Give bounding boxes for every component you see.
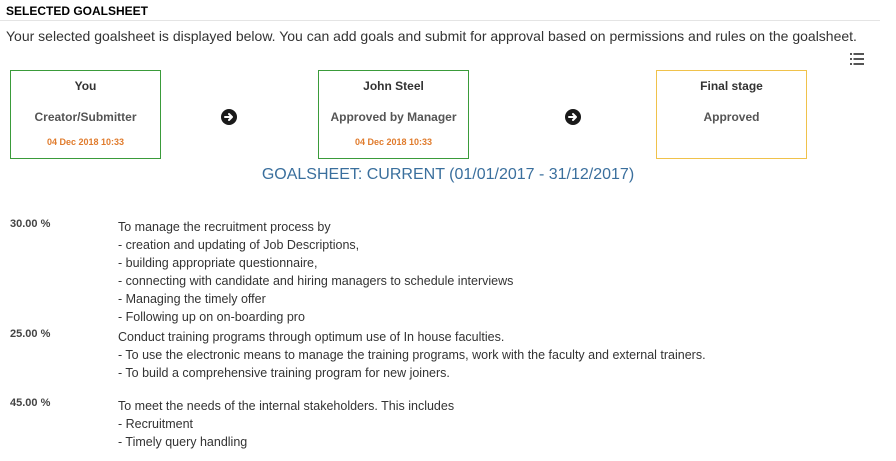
stage-status: Approved	[703, 110, 760, 124]
stage-card-manager: John Steel Approved by Manager 04 Dec 20…	[318, 70, 469, 159]
stage-name: You	[74, 79, 97, 93]
stage-status: Approved by Manager	[330, 110, 457, 124]
goal-line: - Managing the timely offer	[118, 292, 266, 306]
goal-description: To manage the recruitment process by - c…	[118, 218, 513, 326]
goal-line: - Timely query handling	[118, 435, 248, 449]
goal-line: - To build a comprehensive training prog…	[118, 366, 450, 380]
stage-name: Final stage	[700, 79, 763, 93]
stage-date: 04 Dec 2018 10:33	[354, 137, 433, 147]
stage-card-creator: You Creator/Submitter 04 Dec 2018 10:33	[10, 70, 161, 159]
goal-weight: 45.00 %	[10, 397, 51, 409]
goal-line: - Recruitment	[118, 417, 194, 431]
list-icon[interactable]	[850, 53, 864, 65]
stage-status: Creator/Submitter	[34, 110, 137, 124]
arrow-circle-right-icon	[565, 109, 581, 125]
stage-date: 04 Dec 2018 10:33	[46, 137, 125, 147]
goal-line: To meet the needs of the internal stakeh…	[118, 399, 455, 413]
goal-line: To manage the recruitment process by	[118, 220, 331, 234]
stage-name: John Steel	[363, 79, 424, 93]
goal-line: - connecting with candidate and hiring m…	[118, 274, 514, 288]
section-title: SELECTED GOALSHEET	[6, 4, 149, 18]
stage-card-final: Final stage Approved	[656, 70, 807, 159]
goal-description: Conduct training programs through optimu…	[118, 328, 706, 382]
goal-line: - building appropriate questionnaire,	[118, 256, 318, 270]
intro-text: Your selected goalsheet is displayed bel…	[6, 28, 857, 44]
goal-line: - To use the electronic means to manage …	[118, 348, 706, 362]
arrow-circle-right-icon	[221, 109, 237, 125]
goal-line: - Following up on on-boarding pro	[118, 310, 305, 324]
goal-line: - creation and updating of Job Descripti…	[118, 238, 360, 252]
title-divider	[0, 20, 880, 21]
goal-weight: 30.00 %	[10, 218, 51, 230]
goal-line: Conduct training programs through optimu…	[118, 330, 505, 344]
goalsheet-heading: GOALSHEET: CURRENT (01/01/2017 - 31/12/2…	[261, 166, 635, 183]
goal-description: To meet the needs of the internal stakeh…	[118, 397, 454, 451]
goal-weight: 25.00 %	[10, 328, 51, 340]
